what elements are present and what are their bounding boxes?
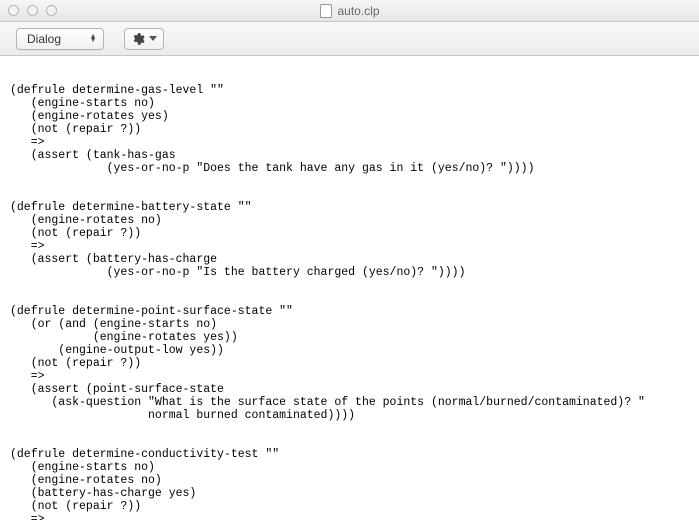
traffic-lights: [8, 5, 57, 16]
titlebar: auto.clp: [0, 0, 699, 22]
mode-select-label: Dialog: [27, 32, 61, 46]
document-icon: [319, 4, 331, 18]
chevron-down-icon: [149, 36, 157, 41]
updown-arrows-icon: ▲▼: [89, 35, 97, 43]
window-title: auto.clp: [337, 4, 379, 18]
gear-icon: [131, 32, 145, 46]
close-icon[interactable]: [8, 5, 19, 16]
code-editor[interactable]: (defrule determine-gas-level "" (engine-…: [0, 56, 699, 520]
gear-menu-button[interactable]: [124, 28, 164, 50]
mode-select[interactable]: Dialog ▲▼: [16, 28, 104, 50]
minimize-icon[interactable]: [27, 5, 38, 16]
zoom-icon[interactable]: [46, 5, 57, 16]
rule-block: (defrule determine-battery-state "" (eng…: [10, 201, 689, 279]
window-title-area: auto.clp: [319, 4, 379, 18]
rule-block: (defrule determine-point-surface-state "…: [10, 305, 689, 422]
toolbar: Dialog ▲▼: [0, 22, 699, 56]
rule-block: (defrule determine-gas-level "" (engine-…: [10, 84, 689, 175]
rule-block: (defrule determine-conductivity-test "" …: [10, 448, 689, 520]
